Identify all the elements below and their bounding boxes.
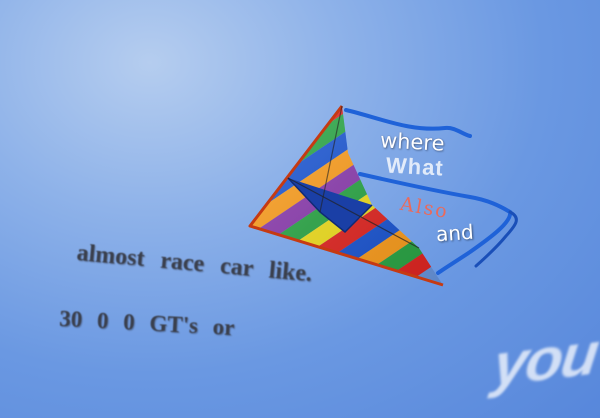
photo-scene: where What Also and almost race car like… <box>0 0 600 418</box>
kite-word-and: and <box>435 219 475 247</box>
kite-tail-streamer <box>474 210 518 268</box>
corner-word-you: you <box>489 320 600 399</box>
kite-word-what: What <box>385 152 445 181</box>
kite-word-where: where <box>379 128 446 156</box>
